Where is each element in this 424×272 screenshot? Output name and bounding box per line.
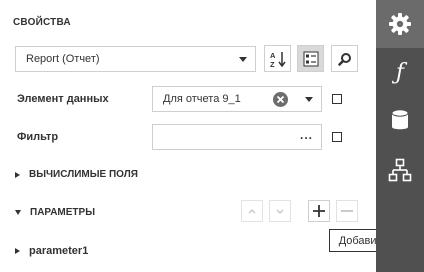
gear-icon [389, 13, 411, 35]
calculated-fields-label: ВЫЧИСЛИМЫЕ ПОЛЯ [29, 169, 138, 180]
calculated-fields-section[interactable]: ВЫЧИСЛИМЫЕ ПОЛЯ [15, 169, 138, 180]
right-sidebar: ƒ [376, 0, 424, 272]
tab-report-explorer[interactable] [376, 146, 424, 194]
filter-field[interactable]: ... [152, 124, 322, 150]
chevron-down-icon[interactable] [305, 97, 313, 102]
categories-icon [303, 51, 318, 66]
hierarchy-icon [388, 158, 412, 182]
filter-label: Фильтр [17, 131, 59, 143]
svg-text:A: A [270, 51, 276, 60]
chevron-up-icon [248, 209, 256, 214]
tab-data-sources[interactable] [376, 96, 424, 144]
minus-icon [341, 210, 353, 212]
clear-icon[interactable] [273, 92, 288, 107]
move-down-button[interactable] [269, 200, 291, 222]
database-icon [391, 109, 409, 130]
data-member-field[interactable]: Для отчета 9_1 [152, 86, 322, 112]
search-button[interactable] [331, 45, 358, 72]
object-selector-value: Report (Отчет) [26, 53, 100, 65]
sort-az-icon: A Z [270, 51, 286, 68]
parameters-section[interactable]: ПАРАМЕТРЫ [15, 207, 95, 218]
categories-button[interactable] [297, 45, 324, 72]
chevron-down-icon [239, 57, 247, 62]
chevron-down-icon [276, 209, 284, 214]
data-member-value: Для отчета 9_1 [163, 93, 241, 105]
tab-properties[interactable] [376, 0, 424, 48]
panel-title: СВОЙСТВА [13, 17, 71, 28]
move-up-button[interactable] [241, 200, 263, 222]
data-member-checkbox[interactable] [332, 94, 342, 104]
expand-arrow-icon [15, 171, 20, 178]
parameters-label: ПАРАМЕТРЫ [30, 207, 95, 218]
parameter1-item[interactable]: parameter1 [15, 245, 88, 257]
data-member-label: Элемент данных [17, 93, 109, 105]
properties-panel: СВОЙСТВА Report (Отчет) A Z Элемент данн… [0, 0, 376, 272]
tab-functions[interactable]: ƒ [376, 48, 424, 96]
parameter1-label: parameter1 [29, 245, 89, 257]
ellipsis-editor-button[interactable]: ... [300, 128, 313, 142]
expand-arrow-icon [15, 248, 20, 254]
search-icon [337, 52, 351, 66]
function-icon: ƒ [395, 59, 405, 85]
object-selector[interactable]: Report (Отчет) [15, 46, 256, 72]
plus-icon [313, 205, 325, 217]
add-parameter-button[interactable] [308, 200, 330, 222]
collapse-arrow-icon [15, 210, 21, 215]
remove-parameter-button[interactable] [336, 200, 358, 222]
filter-checkbox[interactable] [332, 132, 342, 142]
sort-alphabetical-button[interactable]: A Z [264, 45, 291, 72]
svg-text:Z: Z [270, 60, 275, 68]
